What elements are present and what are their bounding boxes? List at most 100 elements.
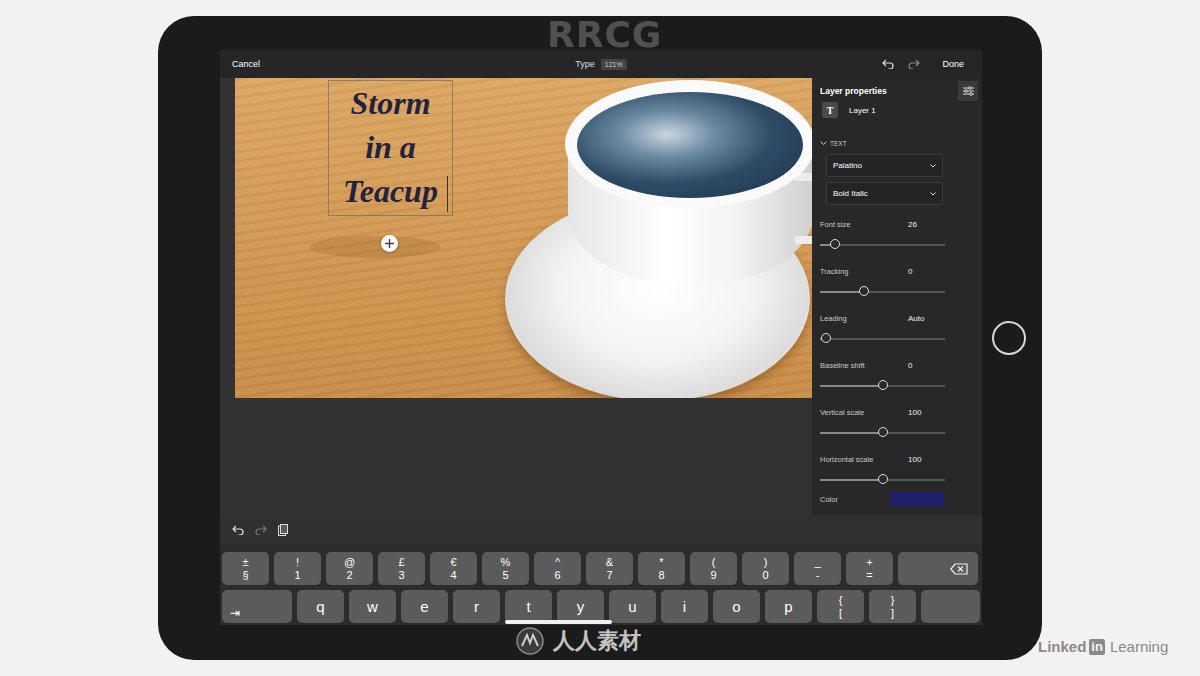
symbol-key[interactable]: €4: [430, 552, 477, 585]
slider-value[interactable]: 0: [908, 267, 912, 276]
color-row[interactable]: Color: [820, 490, 974, 508]
symbol-key[interactable]: £3: [378, 552, 425, 585]
slider-thumb[interactable]: [830, 239, 840, 249]
text-line[interactable]: in a: [365, 125, 416, 169]
blank-key: [921, 590, 980, 623]
key-shift-label: €: [450, 556, 456, 569]
layer-properties-panel: Layer properties TLayer 1 TEXT Palatino Bold…: [812, 78, 982, 515]
symbol-key[interactable]: %5: [482, 552, 529, 585]
slider-header: Vertical scale100: [820, 402, 974, 422]
text-line[interactable]: Teacup: [343, 169, 438, 213]
letter-key[interactable]: p: [765, 590, 812, 623]
top-actions: Done: [882, 57, 974, 71]
text-section-header[interactable]: TEXT: [820, 140, 974, 147]
done-button[interactable]: Done: [934, 57, 974, 71]
property-slider: Vertical scale100: [820, 402, 974, 445]
color-swatch[interactable]: [890, 492, 944, 506]
symbol-key[interactable]: }]: [869, 590, 916, 623]
symbol-key[interactable]: {[: [817, 590, 864, 623]
property-sliders: Font size26Tracking0LeadingAutoBaseline …: [820, 214, 974, 496]
slider-thumb[interactable]: [821, 333, 831, 343]
key-label: 8: [658, 569, 664, 582]
tab-key[interactable]: ⇥: [222, 590, 292, 623]
wood-mark: [310, 236, 440, 258]
undo-icon[interactable]: [232, 525, 244, 535]
layer-name: Layer 1: [849, 106, 876, 115]
symbol-key[interactable]: @2: [326, 552, 373, 585]
key-shift-label: %: [501, 556, 511, 569]
style-dropdown[interactable]: Bold Italic: [826, 182, 943, 205]
slider-value[interactable]: 0: [908, 361, 912, 370]
symbol-key[interactable]: &7: [586, 552, 633, 585]
slider-thumb[interactable]: [859, 286, 869, 296]
slider-track[interactable]: [820, 385, 945, 387]
add-button[interactable]: [381, 235, 398, 252]
settings-button[interactable]: [958, 81, 978, 101]
symbol-key[interactable]: )0: [742, 552, 789, 585]
slider-value[interactable]: 26: [908, 220, 917, 229]
delete-key[interactable]: [898, 552, 978, 585]
symbol-key[interactable]: *8: [638, 552, 685, 585]
letter-key[interactable]: r: [453, 590, 500, 623]
slider-track[interactable]: [820, 291, 945, 293]
undo-icon[interactable]: [882, 59, 894, 69]
tool-indicator: Type121%: [575, 59, 626, 70]
text-layer[interactable]: Stormin aTeacup: [328, 80, 453, 216]
letter-key[interactable]: w: [349, 590, 396, 623]
key-shift-label: £: [398, 556, 404, 569]
section-title: TEXT: [830, 140, 847, 147]
letter-key[interactable]: t: [505, 590, 552, 623]
slider-track[interactable]: [820, 479, 945, 481]
slider-value[interactable]: 100: [908, 455, 921, 464]
symbol-key[interactable]: !1: [274, 552, 321, 585]
letter-key[interactable]: o: [713, 590, 760, 623]
keyboard-row: ⇥ q w e rtyu i op{[}]: [222, 590, 980, 623]
letter-key[interactable]: e: [401, 590, 448, 623]
symbol-key[interactable]: ^6: [534, 552, 581, 585]
home-button[interactable]: [992, 321, 1026, 355]
app-screen: Cancel Type121% Done Stormin aTeacup Layer p…: [220, 50, 982, 625]
slider-track[interactable]: [820, 244, 945, 246]
linkedin-learning-credit: LinkedinLearning: [1038, 638, 1168, 655]
document-canvas[interactable]: Stormin aTeacup: [235, 78, 812, 398]
paste-icon[interactable]: [278, 524, 288, 536]
zoom-badge[interactable]: 121%: [601, 59, 627, 70]
key-label: 3: [398, 569, 404, 582]
key-shift-label: &: [606, 556, 613, 569]
key-label: ⇥: [230, 607, 240, 621]
slider-label: Vertical scale: [820, 408, 908, 417]
letter-key[interactable]: u: [609, 590, 656, 623]
key-label: i: [683, 598, 686, 615]
redo-icon[interactable]: [255, 525, 267, 535]
letter-key[interactable]: q: [297, 590, 344, 623]
text-line[interactable]: Storm: [350, 81, 430, 125]
slider-thumb[interactable]: [878, 474, 888, 484]
slider-thumb[interactable]: [878, 427, 888, 437]
letter-key[interactable]: y: [557, 590, 604, 623]
letter-key[interactable]: i: [661, 590, 708, 623]
slider-value[interactable]: Auto: [908, 314, 924, 323]
key-label: w: [367, 598, 378, 615]
key-label: [: [839, 607, 842, 620]
slider-fill: [820, 291, 864, 293]
slider-label: Baseline shift: [820, 361, 908, 370]
layer-row[interactable]: TLayer 1: [820, 101, 974, 119]
slider-header: Baseline shift0: [820, 355, 974, 375]
panel-title: Layer properties: [820, 86, 887, 96]
font-dropdown[interactable]: Palatino: [826, 154, 943, 177]
slider-thumb[interactable]: [878, 380, 888, 390]
symbol-key[interactable]: ±§: [222, 552, 269, 585]
property-slider: Font size26: [820, 214, 974, 257]
slider-track[interactable]: [820, 338, 945, 340]
redo-icon[interactable]: [908, 59, 920, 69]
slider-label: Tracking: [820, 267, 908, 276]
symbol-key[interactable]: +=: [846, 552, 893, 585]
slider-track[interactable]: [820, 432, 945, 434]
slider-fill: [820, 385, 883, 387]
symbol-key[interactable]: _-: [794, 552, 841, 585]
chevron-down-icon: [930, 192, 936, 196]
slider-value[interactable]: 100: [908, 408, 921, 417]
symbol-key[interactable]: (9: [690, 552, 737, 585]
cancel-button[interactable]: Cancel: [228, 57, 264, 71]
key-label: e: [420, 598, 428, 615]
